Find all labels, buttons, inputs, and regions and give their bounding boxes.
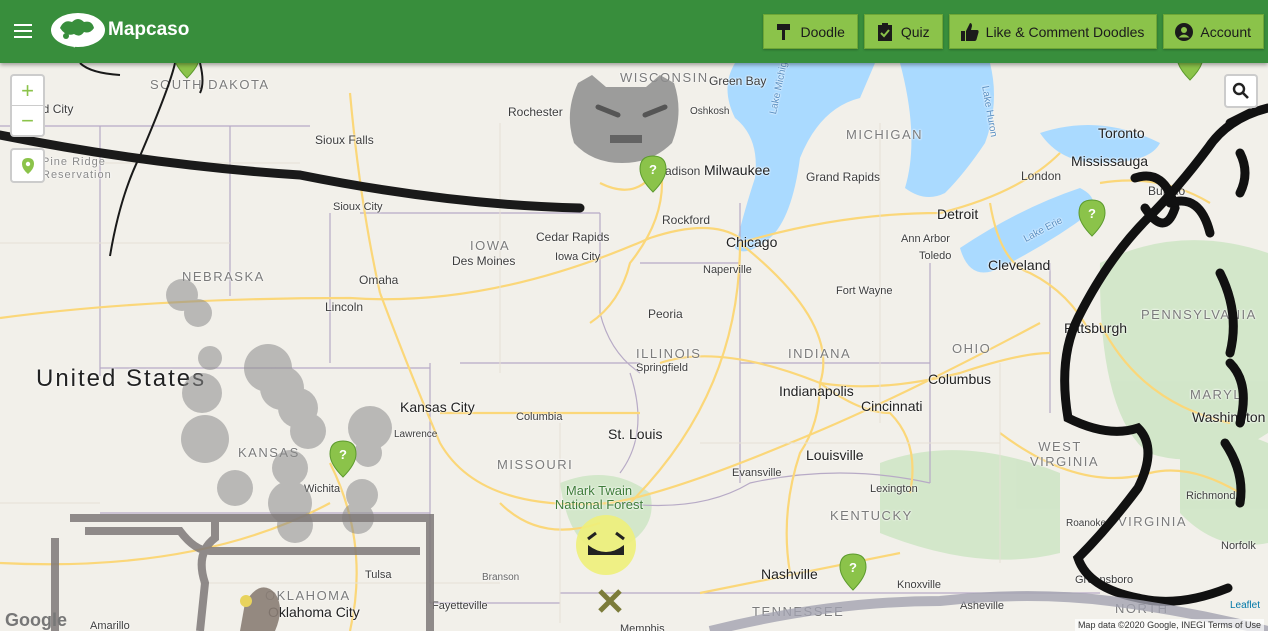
top-app-bar: Mapcaso Doodle Quiz Like & Comment Doodl… (0, 0, 1268, 63)
location-marker-icon (21, 157, 34, 174)
account-button[interactable]: Account (1163, 14, 1264, 49)
clipboard-check-icon (877, 22, 892, 41)
svg-text:?: ? (1088, 206, 1096, 221)
doodle-pin-michigan[interactable] (1176, 63, 1204, 81)
mapcaso-logo[interactable] (50, 12, 106, 52)
zoom-control: + − (10, 74, 45, 137)
like-comment-doodles-label: Like & Comment Doodles (985, 23, 1145, 40)
account-circle-icon (1175, 22, 1194, 41)
leaflet-link[interactable]: Leaflet (1230, 600, 1260, 611)
doodle-pin-pennsylvania[interactable]: ? (1078, 199, 1106, 237)
quiz-button[interactable]: Quiz (863, 14, 943, 49)
paint-roller-icon (777, 23, 791, 40)
svg-text:?: ? (649, 162, 657, 177)
doodle-black-line (0, 130, 585, 213)
doodle-gray-box (51, 514, 434, 631)
doodle-button[interactable]: Doodle (763, 14, 858, 49)
doodle-overlay (0, 63, 1268, 631)
map-search-button[interactable] (1224, 74, 1258, 108)
doodle-pin-tennessee[interactable]: ? (839, 553, 867, 591)
map-canvas[interactable]: SOUTH DAKOTA WISCONSIN MICHIGAN IOWA NEB… (0, 63, 1268, 631)
account-button-label: Account (1200, 23, 1251, 40)
zoom-out-button[interactable]: − (12, 105, 43, 135)
doodle-button-label: Doodle (800, 23, 845, 40)
doodle-pin-south-dakota[interactable] (173, 63, 201, 79)
google-logo[interactable]: Google (5, 610, 67, 631)
locate-button[interactable] (10, 148, 45, 183)
search-icon (1232, 82, 1249, 99)
brand-name[interactable]: Mapcaso (108, 19, 189, 41)
zoom-in-button[interactable]: + (12, 76, 43, 105)
thumbs-up-icon (960, 22, 979, 41)
svg-text:?: ? (849, 560, 857, 575)
doodle-angry-face (569, 75, 679, 163)
svg-text:?: ? (339, 447, 347, 462)
doodle-grinning-face (576, 515, 636, 613)
hamburger-menu-icon[interactable] (14, 20, 42, 44)
main-nav: Doodle Quiz Like & Comment Doodles Accou… (763, 14, 1264, 49)
doodle-brown-critter (240, 587, 280, 631)
doodle-pin-madison[interactable]: ? (639, 155, 667, 193)
doodle-gray-trail (166, 279, 392, 543)
doodle-pin-kansas[interactable]: ? (329, 440, 357, 478)
quiz-button-label: Quiz (900, 23, 930, 40)
doodle-right-writing (1060, 103, 1268, 606)
like-comment-doodles-button[interactable]: Like & Comment Doodles (948, 14, 1158, 49)
map-attribution[interactable]: Map data ©2020 Google, INEGI Terms of Us… (1074, 619, 1264, 631)
